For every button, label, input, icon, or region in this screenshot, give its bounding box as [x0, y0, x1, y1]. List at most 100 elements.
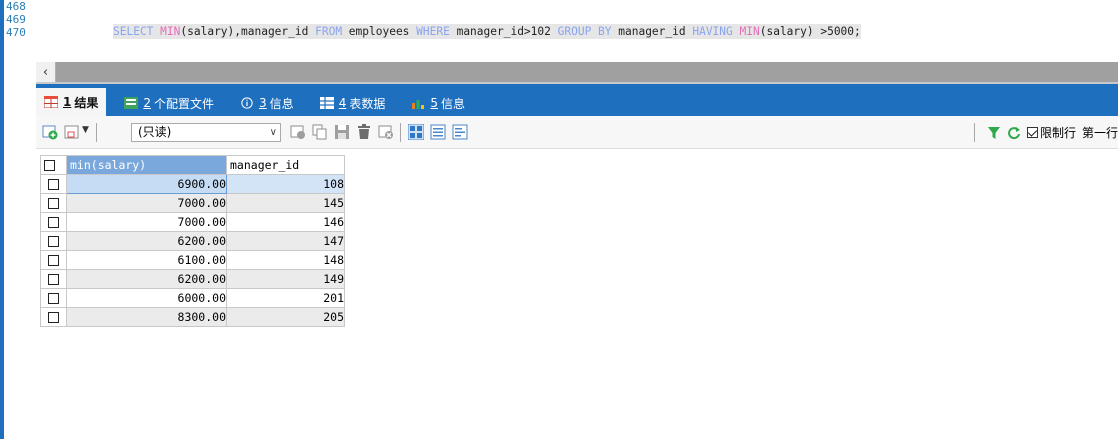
row-select-cell[interactable] — [40, 212, 67, 232]
row-select-cell[interactable] — [40, 250, 67, 270]
cell-min-salary[interactable]: 7000.00 — [66, 193, 227, 213]
tab-number: 4 — [338, 96, 347, 110]
sql-token: HAVING — [692, 25, 733, 38]
form-view-icon[interactable] — [430, 124, 446, 140]
refresh-icon[interactable] — [1007, 126, 1021, 140]
table-row[interactable]: 6000.00 201 — [40, 288, 345, 308]
row-checkbox[interactable] — [48, 217, 59, 228]
row-checkbox[interactable] — [48, 312, 59, 323]
cell-manager-id[interactable]: 205 — [226, 307, 345, 327]
sql-token: (salary),manager_id — [180, 25, 316, 38]
limit-rows-checkbox[interactable] — [1026, 127, 1038, 138]
table-row[interactable]: 6200.00 147 — [40, 231, 345, 251]
cell-manager-id[interactable]: 146 — [226, 212, 345, 232]
grid-header-row: min(salary) manager_id — [40, 155, 345, 175]
chevron-down-icon: ∨ — [269, 127, 277, 138]
cell-min-salary[interactable]: 6000.00 — [66, 288, 227, 308]
tab-label: 信息 — [269, 96, 294, 111]
row-checkbox[interactable] — [48, 179, 59, 190]
table-row[interactable]: 6900.00 108 — [40, 174, 345, 194]
filter-icon[interactable] — [987, 126, 1001, 140]
cell-min-salary[interactable]: 8300.00 — [66, 307, 227, 327]
line-number: 470 — [6, 26, 26, 39]
result-tab-bar: 1 结果 2 个配置文件 3 信息 4 表数据 5 信息 — [36, 84, 1118, 116]
chevron-down-icon[interactable]: ▼ — [82, 125, 89, 135]
sql-token: MIN — [739, 25, 760, 38]
sql-editor[interactable]: 468 469 470 SELECT MIN(salary),manager_i… — [4, 0, 1118, 60]
column-header-min-salary[interactable]: min(salary) — [66, 155, 227, 175]
toolbar-separator — [96, 123, 97, 142]
cell-manager-id[interactable]: 201 — [226, 288, 345, 308]
edit-mode-select[interactable]: (只读) ∨ — [131, 123, 281, 142]
sql-token: manager_id — [611, 25, 693, 38]
row-select-cell[interactable] — [40, 307, 67, 327]
column-header-manager-id[interactable]: manager_id — [226, 155, 345, 175]
insert-row-icon[interactable] — [290, 124, 306, 140]
cancel-changes-icon[interactable] — [378, 124, 394, 140]
toolbar-right-group: 限制行 第一行 — [973, 123, 1118, 142]
info-icon — [241, 97, 253, 109]
limit-rows-label: 限制行 — [1039, 126, 1076, 140]
grid-result-icon — [44, 96, 58, 108]
row-checkbox[interactable] — [48, 293, 59, 304]
sql-query-line[interactable]: SELECT MIN(salary),manager_id FROM emplo… — [113, 24, 861, 39]
chevron-left-icon: ‹ — [42, 64, 49, 80]
cell-manager-id[interactable]: 145 — [226, 193, 345, 213]
cell-min-salary[interactable]: 6200.00 — [66, 269, 227, 289]
row-select-cell[interactable] — [40, 269, 67, 289]
select-all-cell[interactable] — [40, 155, 67, 175]
horizontal-scrollbar[interactable]: ‹ — [36, 62, 1118, 82]
sql-token: MIN — [160, 25, 181, 38]
row-select-cell[interactable] — [40, 288, 67, 308]
editor-left-border — [0, 0, 4, 439]
profile-icon — [124, 97, 139, 109]
row-select-cell[interactable] — [40, 174, 67, 194]
first-row-label: 第一行 — [1081, 126, 1118, 140]
tab-info-2[interactable]: 5 信息 — [403, 90, 473, 116]
cell-manager-id[interactable]: 148 — [226, 250, 345, 270]
cell-manager-id[interactable]: 108 — [226, 174, 345, 194]
result-toolbar: ▼ (只读) ∨ 限制行 第一行 — [36, 116, 1118, 149]
table-row[interactable]: 8300.00 205 — [40, 307, 345, 327]
table-row[interactable]: 7000.00 146 — [40, 212, 345, 232]
row-select-cell[interactable] — [40, 193, 67, 213]
tab-label: 信息 — [440, 96, 465, 111]
cell-min-salary[interactable]: 6900.00 — [66, 174, 227, 194]
sql-token: GROUP BY — [557, 25, 612, 38]
row-checkbox[interactable] — [48, 255, 59, 266]
add-row-icon[interactable] — [42, 124, 58, 140]
tab-info[interactable]: 3 信息 — [232, 90, 302, 116]
tab-label: 结果 — [74, 95, 99, 110]
cell-min-salary[interactable]: 6200.00 — [66, 231, 227, 251]
tab-table-data[interactable]: 4 表数据 — [312, 90, 394, 116]
table-row[interactable]: 6100.00 148 — [40, 250, 345, 270]
grid-view-icon[interactable] — [408, 124, 424, 140]
select-all-checkbox[interactable] — [44, 160, 55, 171]
export-icon[interactable] — [64, 124, 80, 140]
edit-mode-value: (只读) — [138, 125, 172, 139]
table-data-icon — [319, 97, 334, 109]
row-select-cell[interactable] — [40, 231, 67, 251]
copy-row-icon[interactable] — [312, 124, 328, 140]
cell-manager-id[interactable]: 149 — [226, 269, 345, 289]
tab-label: 个配置文件 — [154, 96, 215, 111]
cell-min-salary[interactable]: 6100.00 — [66, 250, 227, 270]
line-number: 469 — [6, 13, 26, 26]
cell-manager-id[interactable]: 147 — [226, 231, 345, 251]
row-checkbox[interactable] — [48, 274, 59, 285]
scroll-left-button[interactable]: ‹ — [36, 62, 56, 82]
cell-min-salary[interactable]: 7000.00 — [66, 212, 227, 232]
sql-token: employees — [342, 25, 417, 38]
sql-token: manager_id>102 — [449, 25, 558, 38]
table-row[interactable]: 6200.00 149 — [40, 269, 345, 289]
row-checkbox[interactable] — [48, 236, 59, 247]
tab-result[interactable]: 1 结果 — [36, 88, 107, 116]
delete-icon[interactable] — [356, 124, 372, 140]
save-icon[interactable] — [334, 124, 350, 140]
row-checkbox[interactable] — [48, 198, 59, 209]
table-row[interactable]: 7000.00 145 — [40, 193, 345, 213]
toolbar-separator — [973, 123, 975, 142]
text-view-icon[interactable] — [452, 124, 468, 140]
tab-profile[interactable]: 2 个配置文件 — [116, 90, 222, 116]
chart-info-icon — [412, 100, 425, 109]
